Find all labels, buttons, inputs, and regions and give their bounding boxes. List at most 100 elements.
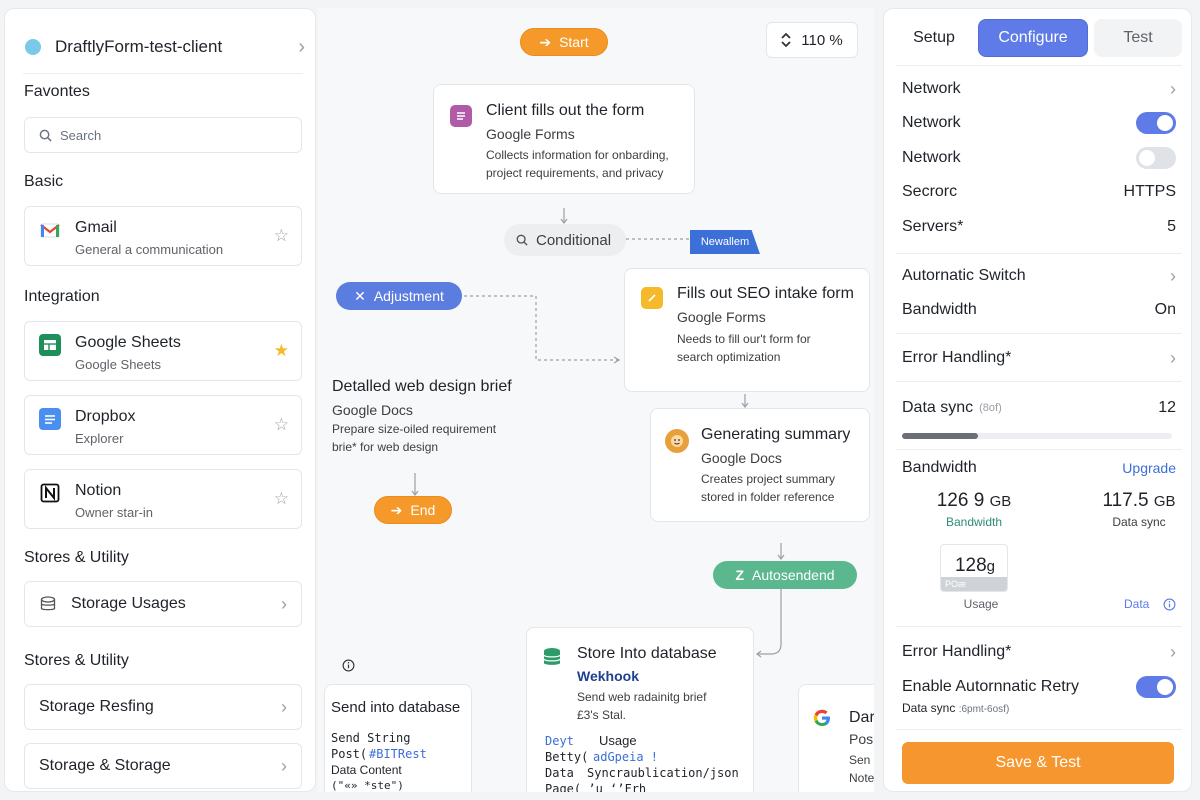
row-label: Bandwidth <box>902 301 977 318</box>
retry-toggle[interactable] <box>1136 676 1176 698</box>
database-icon <box>40 596 56 611</box>
node-partial-google[interactable]: Dar Pos Sen Note <box>798 684 874 792</box>
row-label: Bandwidth <box>902 459 977 476</box>
secroc-row[interactable]: Secrorc HTTPS <box>902 179 1176 205</box>
start-label: Start <box>559 34 589 50</box>
new-tag: Newallem <box>690 230 760 254</box>
conditional-node[interactable]: Conditional <box>504 224 626 256</box>
adjustment-node[interactable]: ✕ Adjustment <box>336 282 462 310</box>
row-label: Error Handling* <box>902 349 1012 366</box>
divider <box>896 65 1182 66</box>
app-subtitle: Owner star-in <box>75 505 154 520</box>
error-handling-row[interactable]: Error Handling* › <box>902 345 1176 371</box>
workspace-name: DraftlyForm-test-client <box>55 37 223 56</box>
upgrade-link[interactable]: Upgrade <box>1122 460 1176 476</box>
network-row[interactable]: Network › <box>902 76 1176 102</box>
divider <box>23 73 303 74</box>
chevron-right-icon: › <box>1170 642 1176 662</box>
end-node[interactable]: ➔ End <box>374 496 452 524</box>
node-store-database[interactable]: Store Into database Wekhook Send web rad… <box>526 627 754 792</box>
network-toggle-off[interactable] <box>1136 147 1176 169</box>
star-outline-icon[interactable]: ☆ <box>274 226 289 246</box>
avatar-icon <box>665 429 689 453</box>
app-card-google-sheets[interactable]: Google Sheets Google Sheets ★ <box>24 321 302 381</box>
stat-tag: POæ <box>941 577 1007 591</box>
autosend-node[interactable]: Z Autosendend <box>713 561 857 589</box>
node-desc: Creates project summary <box>701 472 836 486</box>
app-title: Gmail <box>75 219 117 236</box>
tab-setup[interactable]: Setup <box>896 19 972 57</box>
search-input[interactable]: Search <box>24 117 302 153</box>
retry-sub-label: Data sync <box>902 701 956 715</box>
row-value: 5 <box>1167 218 1176 235</box>
network-toggle-on[interactable] <box>1136 112 1176 134</box>
chevron-right-icon: › <box>281 756 287 776</box>
star-outline-icon[interactable]: ☆ <box>274 489 289 509</box>
brief-title: Detalled web design brief <box>332 378 512 395</box>
row-label: Network <box>902 149 961 166</box>
app-card-gmail[interactable]: Gmail General a communication ☆ <box>24 206 302 266</box>
data-link-row[interactable]: Data <box>1124 597 1176 611</box>
app-subtitle: Explorer <box>75 431 124 446</box>
tab-configure[interactable]: Configure <box>978 19 1088 57</box>
network-toggle-row: Network <box>902 110 1176 136</box>
node-desc: Sen <box>849 753 871 767</box>
stat-bandwidth: 126 9 GB Bandwidth <box>924 490 1024 529</box>
brief-source: Google Docs <box>332 402 413 418</box>
gmail-icon <box>39 219 61 241</box>
node-title: Fills out SEO intake form <box>677 285 854 302</box>
search-placeholder: Search <box>60 127 102 143</box>
row-label: Autornatic Switch <box>902 267 1026 284</box>
automatic-switch-row[interactable]: Autornatic Switch › <box>902 263 1176 289</box>
bandwidth-row[interactable]: Bandwidth On <box>902 297 1176 323</box>
chevron-right-icon: › <box>1170 348 1176 368</box>
row-label: Error Handling* <box>902 643 1012 660</box>
start-node[interactable]: ➔ Start <box>520 28 608 56</box>
conditional-label: Conditional <box>536 231 612 249</box>
zoom-control[interactable]: 110 % <box>766 22 858 58</box>
row-hint: (8of) <box>979 402 1002 414</box>
app-card-notion[interactable]: Notion Owner star-in ☆ <box>24 469 302 529</box>
app-card-dropbox[interactable]: Dropbox Explorer ☆ <box>24 395 302 455</box>
divider <box>896 626 1182 627</box>
node-desc: stored in folder reference <box>701 490 835 504</box>
star-outline-icon[interactable]: ☆ <box>274 415 289 435</box>
info-icon[interactable] <box>342 659 355 675</box>
retry-subtext: Data sync :6pmt-6osf) <box>902 701 1009 715</box>
node-client-form[interactable]: Client fills out the form Google Forms C… <box>433 84 695 194</box>
servers-row[interactable]: Servers* 5 <box>902 214 1176 240</box>
star-filled-icon[interactable]: ★ <box>274 341 289 361</box>
end-label: End <box>410 502 436 518</box>
database-icon <box>541 646 563 668</box>
storage-storage-item[interactable]: Storage & Storage › <box>24 743 302 789</box>
close-icon: ✕ <box>354 287 366 304</box>
save-test-button[interactable]: Save & Test <box>902 742 1174 784</box>
workflow-canvas[interactable]: ➔ Start 110 % Client fills out the form … <box>318 8 874 792</box>
form-icon <box>450 105 472 127</box>
storage-usages-item[interactable]: Storage Usages › <box>24 581 302 627</box>
data-sync-progress <box>902 433 1172 439</box>
section-stores-utility: Stores & Utility <box>24 549 129 566</box>
storage-resting-item[interactable]: Storage Resfing › <box>24 684 302 730</box>
node-generating-summary[interactable]: Generating summary Google Docs Creates p… <box>650 408 870 522</box>
retry-row: Enable Autornnatic Retry <box>902 674 1176 700</box>
data-sync-row: Data sync (8of) 12 <box>902 395 1176 421</box>
divider <box>896 381 1182 382</box>
workspace-switcher[interactable]: DraftlyForm-test-client › <box>25 29 305 65</box>
app-title: Dropbox <box>75 408 136 425</box>
node-send-database[interactable]: Send into database Send String Post( #BI… <box>324 684 472 792</box>
node-source: Google Forms <box>677 309 766 325</box>
app-title: Notion <box>75 482 122 499</box>
node-title: Dar <box>849 709 874 726</box>
stat-value-line: 126 9 GB <box>924 490 1024 512</box>
error-handling-row-2[interactable]: Error Handling* › <box>902 639 1176 665</box>
row-value: On <box>1154 301 1176 318</box>
app-subtitle: Google Sheets <box>75 357 162 372</box>
chevron-right-icon: › <box>281 697 287 717</box>
section-stores-utility-2: Stores & Utility <box>24 652 129 669</box>
tab-test[interactable]: Test <box>1094 19 1182 57</box>
arrow-right-icon: ➔ <box>539 33 552 50</box>
node-seo-form[interactable]: Fills out SEO intake form Google Forms N… <box>624 268 870 392</box>
google-sheets-icon <box>39 334 61 356</box>
stat-unit: g <box>986 558 996 575</box>
